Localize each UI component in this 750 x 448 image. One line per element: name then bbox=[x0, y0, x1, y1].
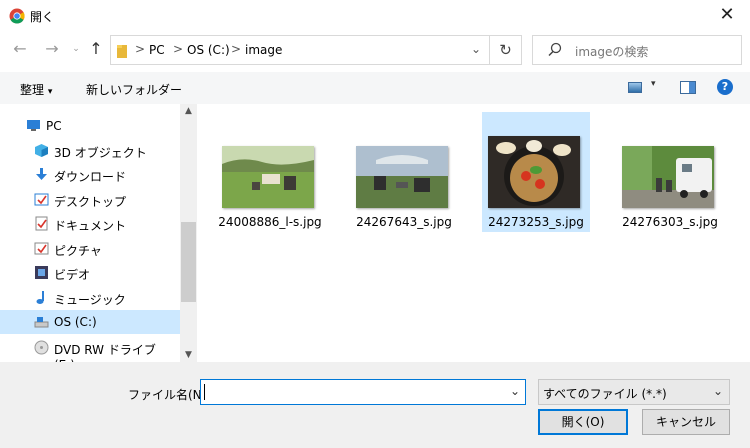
search-placeholder: imageの検索 bbox=[575, 45, 649, 59]
sidebar-item-dvd-drive[interactable]: DVD RW ドライブ (E:) bbox=[0, 336, 180, 372]
sidebar-item-label: ピクチャ bbox=[54, 244, 102, 258]
videos-icon bbox=[35, 266, 48, 279]
sidebar-item-label: ミュージック bbox=[54, 293, 126, 307]
file-type-value: すべてのファイル (*.*) bbox=[543, 387, 667, 401]
thumbnail-skillet-food bbox=[488, 136, 580, 208]
sidebar-item-label: OS (C:) bbox=[54, 315, 97, 329]
thumbnail-camping-chairs-tarp bbox=[356, 146, 448, 208]
view-dropdown-icon[interactable]: ▾ bbox=[651, 79, 656, 89]
navigation-pane: PC 3D オブジェクト ダウンロード デスクトップ ドキュメント ピクチャ ビ… bbox=[0, 104, 180, 372]
sidebar-item-label: ドキュメント bbox=[54, 219, 127, 233]
documents-icon bbox=[35, 216, 48, 231]
sidebar-item-label: ダウンロード bbox=[54, 170, 127, 184]
address-bar[interactable]: > PC > OS (C:) > image ⌄ bbox=[110, 35, 490, 65]
sidebar-item-label: ビデオ bbox=[54, 268, 91, 282]
window-title: 開く bbox=[30, 10, 55, 24]
help-icon[interactable]: ? bbox=[717, 79, 733, 95]
new-folder-button[interactable]: 新しいフォルダー bbox=[86, 81, 182, 98]
sidebar-item-downloads[interactable]: ダウンロード bbox=[0, 163, 180, 187]
filename-dropdown-icon[interactable]: ⌄ bbox=[510, 384, 520, 398]
breadcrumb-separator: > bbox=[135, 42, 146, 56]
forward-arrow-icon[interactable]: → bbox=[40, 38, 64, 60]
folder-icon bbox=[117, 45, 127, 58]
search-icon bbox=[548, 42, 562, 57]
breadcrumb-os-c[interactable]: OS (C:) bbox=[187, 43, 230, 57]
filename-input[interactable]: ⌄ bbox=[200, 379, 526, 405]
sidebar-item-videos[interactable]: ビデオ bbox=[0, 261, 180, 285]
download-icon bbox=[36, 168, 47, 180]
sidebar-scrollbar[interactable]: ▲ ▼ bbox=[180, 104, 197, 362]
sidebar-item-music[interactable]: ミュージック bbox=[0, 286, 180, 310]
file-name: 24267643_s.jpg bbox=[356, 215, 452, 229]
back-arrow-icon[interactable]: ← bbox=[8, 38, 32, 60]
open-button[interactable]: 開く(O) bbox=[538, 409, 628, 435]
music-icon bbox=[36, 291, 44, 304]
file-item[interactable]: 24273253_s.jpg bbox=[482, 112, 590, 232]
drive-icon bbox=[34, 317, 49, 328]
filename-label: ファイル名(N): bbox=[128, 388, 211, 402]
up-arrow-icon[interactable]: ↑ bbox=[84, 38, 108, 60]
preview-pane-icon[interactable] bbox=[680, 81, 696, 94]
sidebar-item-desktop[interactable]: デスクトップ bbox=[0, 188, 180, 212]
file-list: 24008886_l-s.jpg 24267643_s.jpg 24273253… bbox=[198, 104, 750, 362]
text-caret bbox=[204, 384, 205, 400]
breadcrumb-separator: > bbox=[173, 42, 184, 56]
file-name: 24273253_s.jpg bbox=[488, 215, 584, 229]
sidebar-item-documents[interactable]: ドキュメント bbox=[0, 212, 180, 236]
cancel-button[interactable]: キャンセル bbox=[642, 409, 730, 435]
thumbnail-camping-chairs-meadow bbox=[222, 146, 314, 208]
file-item[interactable]: 24276303_s.jpg bbox=[616, 112, 724, 232]
file-name: 24276303_s.jpg bbox=[622, 215, 718, 229]
breadcrumb-separator: > bbox=[231, 42, 242, 56]
file-item[interactable]: 24267643_s.jpg bbox=[350, 112, 458, 232]
breadcrumb-image[interactable]: image bbox=[245, 43, 282, 57]
sidebar-item-os-c[interactable]: OS (C:) bbox=[0, 310, 180, 334]
dialog-footer: ファイル名(N): ⌄ すべてのファイル (*.*) ⌄ 開く(O) キャンセル bbox=[0, 362, 750, 448]
sidebar-item-label: 3D オブジェクト bbox=[54, 146, 147, 160]
pictures-icon bbox=[34, 242, 49, 255]
view-options-icon[interactable] bbox=[628, 82, 642, 93]
scroll-thumb[interactable] bbox=[181, 222, 196, 302]
sidebar-item-label: PC bbox=[46, 119, 62, 133]
organize-button[interactable]: 整理 ▾ bbox=[20, 81, 52, 98]
sidebar-item-pictures[interactable]: ピクチャ bbox=[0, 237, 180, 261]
refresh-button[interactable]: ↻ bbox=[490, 35, 522, 65]
file-name: 24008886_l-s.jpg bbox=[218, 215, 322, 229]
3d-objects-icon bbox=[35, 144, 48, 157]
breadcrumb-pc[interactable]: PC bbox=[149, 43, 165, 57]
sidebar-item-label: デスクトップ bbox=[54, 195, 127, 209]
title-bar: 開く ✕ bbox=[0, 0, 750, 32]
sidebar-item-3d-objects[interactable]: 3D オブジェクト bbox=[0, 139, 180, 163]
address-dropdown-icon[interactable]: ⌄ bbox=[471, 42, 481, 56]
thumbnail-camper-van-forest bbox=[622, 146, 714, 208]
scroll-up-icon[interactable]: ▲ bbox=[180, 106, 197, 116]
sidebar-item-pc[interactable]: PC bbox=[0, 114, 180, 138]
dvd-drive-icon bbox=[34, 340, 49, 355]
file-type-dropdown-icon[interactable]: ⌄ bbox=[713, 384, 723, 398]
scroll-down-icon[interactable]: ▼ bbox=[180, 350, 197, 360]
file-item[interactable]: 24008886_l-s.jpg bbox=[216, 112, 324, 232]
chrome-icon bbox=[9, 8, 25, 24]
pc-icon bbox=[27, 120, 40, 131]
search-box[interactable]: imageの検索 bbox=[532, 35, 742, 65]
file-type-select[interactable]: すべてのファイル (*.*) ⌄ bbox=[538, 379, 730, 405]
desktop-icon bbox=[34, 193, 49, 206]
close-button[interactable]: ✕ bbox=[704, 0, 750, 32]
